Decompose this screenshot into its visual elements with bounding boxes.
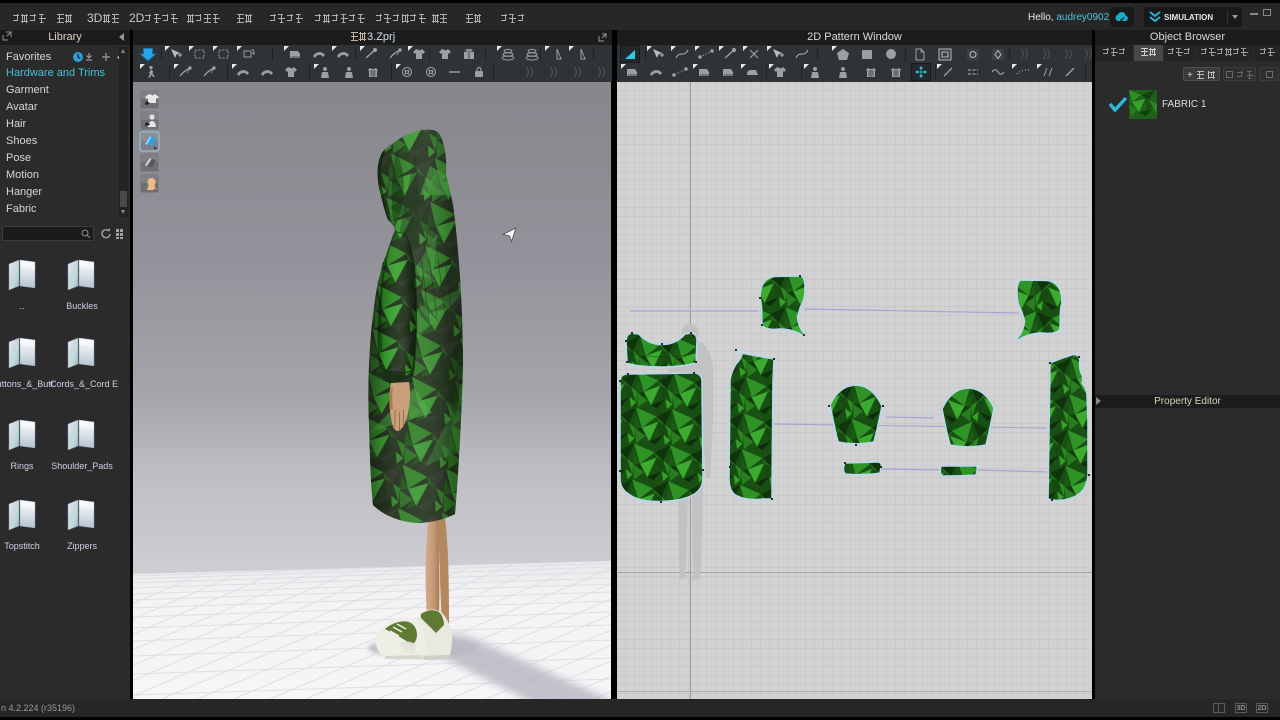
- svg-text:Buttons_&_Butt: Buttons_&_Butt: [0, 379, 54, 389]
- svg-text:Buckles: Buckles: [66, 301, 98, 311]
- svg-text:Rings: Rings: [10, 461, 34, 471]
- svg-text:..: ..: [19, 301, 24, 311]
- svg-text:Cords_&_Cord E: Cords_&_Cord E: [50, 379, 118, 389]
- svg-text:Shoulder_Pads: Shoulder_Pads: [51, 461, 113, 471]
- svg-text:Zippers: Zippers: [67, 541, 98, 551]
- svg-text:Topstitch: Topstitch: [4, 541, 40, 551]
